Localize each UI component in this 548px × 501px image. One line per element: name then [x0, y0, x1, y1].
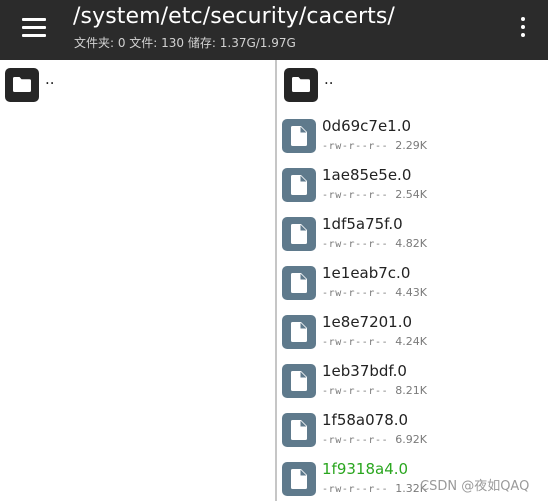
- more-vert-icon[interactable]: [512, 14, 534, 42]
- file-list-item[interactable]: 1f58a078.0 -rw-r--r-- 6.92K: [282, 411, 544, 461]
- folder-icon: [5, 68, 39, 102]
- top-toolbar: /system/etc/security/cacerts/ 文件夹: 0 文件:…: [0, 0, 548, 60]
- file-name: 1e1eab7c.0: [322, 264, 411, 282]
- file-permissions: -rw-r--r--: [322, 239, 389, 250]
- file-meta: -rw-r--r-- 6.92K: [322, 433, 427, 446]
- file-meta: -rw-r--r-- 4.43K: [322, 286, 427, 299]
- parent-directory-item[interactable]: ..: [284, 66, 544, 106]
- file-list-item[interactable]: 1df5a75f.0 -rw-r--r-- 4.82K: [282, 215, 544, 265]
- file-meta: -rw-r--r-- 4.24K: [322, 335, 427, 348]
- file-size: 4.24K: [395, 335, 427, 348]
- file-list-item[interactable]: 0d69c7e1.0 -rw-r--r-- 2.29K: [282, 117, 544, 167]
- parent-directory-item[interactable]: ..: [5, 66, 265, 106]
- right-pane: .. 0d69c7e1.0 -rw-r--r-- 2.29K 1ae85e5e.0…: [277, 60, 548, 501]
- file-name: 1e8e7201.0: [322, 313, 413, 331]
- parent-directory-label: ..: [45, 70, 55, 88]
- file-name: 1ae85e5e.0: [322, 166, 412, 184]
- file-list-item[interactable]: 1e1eab7c.0 -rw-r--r-- 4.43K: [282, 264, 544, 314]
- file-permissions: -rw-r--r--: [322, 337, 389, 348]
- file-size: 6.92K: [395, 433, 427, 446]
- file-icon: [282, 266, 316, 300]
- file-icon: [282, 364, 316, 398]
- file-list-item[interactable]: 1e8e7201.0 -rw-r--r-- 4.24K: [282, 313, 544, 363]
- file-icon: [282, 217, 316, 251]
- file-meta: -rw-r--r-- 2.54K: [322, 188, 427, 201]
- file-meta: -rw-r--r-- 4.82K: [322, 237, 427, 250]
- file-size: 2.54K: [395, 188, 427, 201]
- file-size: 2.29K: [395, 139, 427, 152]
- file-name: 1eb37bdf.0: [322, 362, 407, 380]
- file-permissions: -rw-r--r--: [322, 435, 389, 446]
- file-permissions: -rw-r--r--: [322, 190, 389, 201]
- file-icon: [282, 413, 316, 447]
- file-permissions: -rw-r--r--: [322, 386, 389, 397]
- file-size: 4.82K: [395, 237, 427, 250]
- file-name: 1f58a078.0: [322, 411, 409, 429]
- watermark: CSDN @夜如QAQ: [420, 479, 530, 494]
- file-name: 1df5a75f.0: [322, 215, 403, 233]
- file-icon: [282, 462, 316, 496]
- file-permissions: -rw-r--r--: [322, 141, 389, 152]
- file-icon: [282, 168, 316, 202]
- file-size: 8.21K: [395, 384, 427, 397]
- file-meta: -rw-r--r-- 1.32K: [322, 482, 427, 495]
- file-list-item[interactable]: 1ae85e5e.0 -rw-r--r-- 2.54K: [282, 166, 544, 216]
- menu-icon[interactable]: [14, 12, 54, 44]
- file-permissions: -rw-r--r--: [322, 288, 389, 299]
- file-size: 4.43K: [395, 286, 427, 299]
- left-pane: ..: [0, 60, 275, 501]
- file-permissions: -rw-r--r--: [322, 484, 389, 495]
- file-name: 0d69c7e1.0: [322, 117, 412, 135]
- current-path-title: /system/etc/security/cacerts/: [73, 4, 395, 29]
- file-meta: -rw-r--r-- 8.21K: [322, 384, 427, 397]
- file-icon: [282, 119, 316, 153]
- folder-icon: [284, 68, 318, 102]
- parent-directory-label: ..: [324, 70, 334, 88]
- file-icon: [282, 315, 316, 349]
- file-name: 1f9318a4.0: [322, 460, 409, 478]
- file-list-item[interactable]: 1eb37bdf.0 -rw-r--r-- 8.21K: [282, 362, 544, 412]
- file-meta: -rw-r--r-- 2.29K: [322, 139, 427, 152]
- directory-stats: 文件夹: 0 文件: 130 储存: 1.37G/1.97G: [74, 36, 296, 50]
